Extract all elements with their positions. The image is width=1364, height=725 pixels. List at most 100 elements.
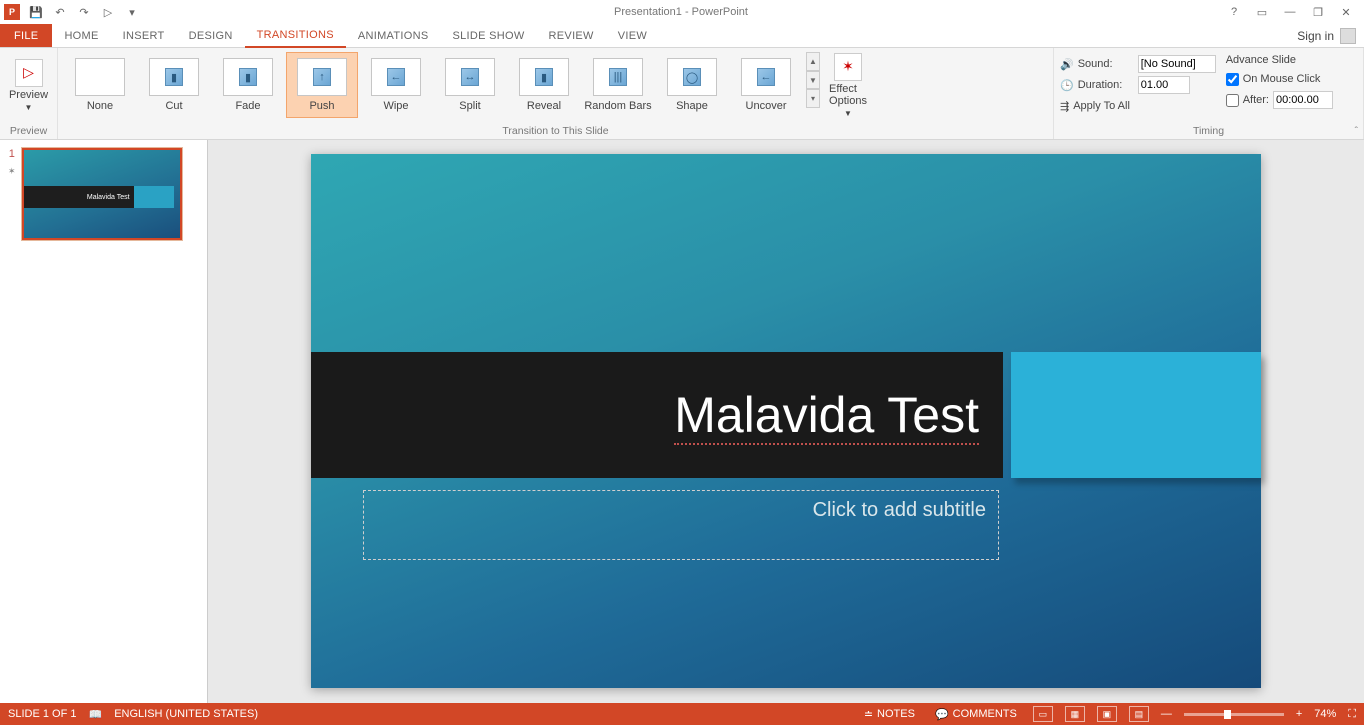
group-preview-label: Preview [6, 123, 51, 139]
title-bar: P 💾 ↶ ↷ ▷ ▾ Presentation1 - PowerPoint ?… [0, 0, 1364, 24]
transition-fade[interactable]: ▮ Fade [212, 52, 284, 118]
transition-split[interactable]: ↔Split [434, 52, 506, 118]
after-checkbox[interactable] [1226, 94, 1239, 107]
sign-in-label: Sign in [1297, 29, 1334, 43]
transition-label: Uncover [746, 100, 787, 112]
save-button[interactable]: 💾 [26, 2, 46, 22]
notes-button[interactable]: ≐ NOTES [860, 708, 919, 721]
effect-icon: ✶ [834, 53, 862, 81]
subtitle-placeholder[interactable]: Click to add subtitle [363, 490, 999, 560]
preview-label: Preview [9, 89, 48, 101]
accent-block [1011, 352, 1261, 478]
transition-wipe[interactable]: ←Wipe [360, 52, 432, 118]
transition-none[interactable]: None [64, 52, 136, 118]
transition-thumb-icon: ▮ [223, 58, 273, 96]
zoom-slider[interactable] [1184, 713, 1284, 716]
qat-customize-button[interactable]: ▾ [122, 2, 142, 22]
group-transitions: None▮Cut▮Fade↑Push←Wipe↔Split▮Reveal|||R… [58, 48, 1054, 139]
slide-number: 1 [9, 148, 15, 160]
transition-label: Wipe [383, 100, 408, 112]
zoom-level[interactable]: 74% [1314, 708, 1336, 720]
on-mouse-click-checkbox[interactable] [1226, 73, 1239, 86]
tab-transitions[interactable]: TRANSITIONS [245, 24, 346, 48]
transition-thumb-icon: ← [741, 58, 791, 96]
transition-push[interactable]: ↑Push [286, 52, 358, 118]
after-input[interactable] [1273, 91, 1333, 109]
ribbon-options-button[interactable]: ▭ [1248, 2, 1276, 22]
tab-design[interactable]: DESIGN [177, 24, 245, 47]
avatar-icon [1340, 28, 1356, 44]
slide-canvas[interactable]: Malavida Test Click to add subtitle [311, 154, 1261, 688]
transition-label: Push [309, 100, 334, 112]
transition-uncover[interactable]: ← Uncover [730, 52, 802, 118]
tab-insert[interactable]: INSERT [111, 24, 177, 47]
sound-label: Sound: [1078, 58, 1134, 70]
play-icon: ▷ [15, 59, 43, 87]
zoom-out-button[interactable]: — [1161, 708, 1172, 720]
status-bar: SLIDE 1 OF 1 📖 ENGLISH (UNITED STATES) ≐… [0, 703, 1364, 725]
gallery-more-button[interactable]: ▾ [806, 89, 820, 108]
work-area: 1 ✶ Malavida Test Malavida Test Click to… [0, 140, 1364, 703]
language-button[interactable]: ENGLISH (UNITED STATES) [114, 708, 258, 720]
clock-icon: 🕒 [1060, 79, 1074, 92]
sorter-view-button[interactable]: ▦ [1065, 706, 1085, 722]
window-title: Presentation1 - PowerPoint [142, 6, 1220, 18]
preview-button[interactable]: ▷ Preview ▼ [6, 52, 51, 118]
duration-label: Duration: [1078, 79, 1134, 91]
minimize-button[interactable]: — [1276, 2, 1304, 22]
app-icon: P [4, 4, 20, 20]
duration-input[interactable] [1138, 76, 1190, 94]
start-from-beginning-button[interactable]: ▷ [98, 2, 118, 22]
slide-title-text[interactable]: Malavida Test [674, 386, 979, 444]
tab-file[interactable]: FILE [0, 24, 52, 47]
chevron-down-icon: ▼ [25, 103, 33, 112]
slide-thumbnail-1[interactable]: Malavida Test [22, 148, 182, 240]
transition-indicator-icon: ✶ [8, 166, 16, 177]
tab-view[interactable]: VIEW [606, 24, 659, 47]
group-timing-label: Timing [1060, 123, 1357, 139]
tab-home[interactable]: HOME [52, 24, 110, 47]
group-preview: ▷ Preview ▼ Preview [0, 48, 58, 139]
chevron-down-icon: ▼ [844, 109, 852, 118]
effect-options-label: EffectOptions [829, 83, 867, 107]
comments-button[interactable]: 💬 COMMENTS [931, 708, 1021, 721]
window-controls: ? ▭ — ❐ ✕ [1220, 2, 1360, 22]
group-transitions-label: Transition to This Slide [64, 123, 1047, 139]
normal-view-button[interactable]: ▭ [1033, 706, 1053, 722]
maximize-button[interactable]: ❐ [1304, 2, 1332, 22]
redo-button[interactable]: ↷ [74, 2, 94, 22]
advance-slide-header: Advance Slide [1226, 54, 1333, 66]
collapse-ribbon-button[interactable]: ˆ [1355, 126, 1358, 137]
slideshow-view-button[interactable]: ▤ [1129, 706, 1149, 722]
sound-select[interactable] [1138, 55, 1216, 73]
transition-reveal[interactable]: ▮Reveal [508, 52, 580, 118]
slide-thumbnail-row: 1 ✶ Malavida Test [8, 148, 199, 240]
transition-label: Random Bars [584, 100, 651, 112]
tab-animations[interactable]: ANIMATIONS [346, 24, 441, 47]
gallery-down-button[interactable]: ▼ [806, 71, 820, 90]
sign-in-link[interactable]: Sign in [1289, 24, 1364, 47]
quick-access-toolbar: 💾 ↶ ↷ ▷ ▾ [26, 2, 142, 22]
transition-shape[interactable]: ◯ Shape [656, 52, 728, 118]
transition-thumb-icon: ◯ [667, 58, 717, 96]
fit-to-window-button[interactable]: ⛶ [1348, 708, 1356, 721]
undo-button[interactable]: ↶ [50, 2, 70, 22]
effect-options-button[interactable]: ✶EffectOptions ▼ [822, 52, 874, 118]
close-button[interactable]: ✕ [1332, 2, 1360, 22]
tab-review[interactable]: REVIEW [537, 24, 606, 47]
tab-slideshow[interactable]: SLIDE SHOW [440, 24, 536, 47]
spellcheck-icon[interactable]: 📖 [88, 708, 102, 721]
gallery-up-button[interactable]: ▲ [806, 52, 820, 71]
zoom-in-button[interactable]: + [1296, 708, 1302, 720]
transition-label: Shape [676, 100, 708, 112]
transition-label: Fade [235, 100, 260, 112]
transition-thumb-icon: ↔ [445, 58, 495, 96]
reading-view-button[interactable]: ▣ [1097, 706, 1117, 722]
transition-thumb-icon: ||| [593, 58, 643, 96]
help-button[interactable]: ? [1220, 2, 1248, 22]
thumb-accent [134, 186, 174, 208]
transition-cut[interactable]: ▮Cut [138, 52, 210, 118]
transition-random-bars[interactable]: ||| Random Bars [582, 52, 654, 118]
apply-to-all-button[interactable]: Apply To All [1073, 100, 1130, 112]
sound-icon: 🔊 [1060, 58, 1074, 71]
